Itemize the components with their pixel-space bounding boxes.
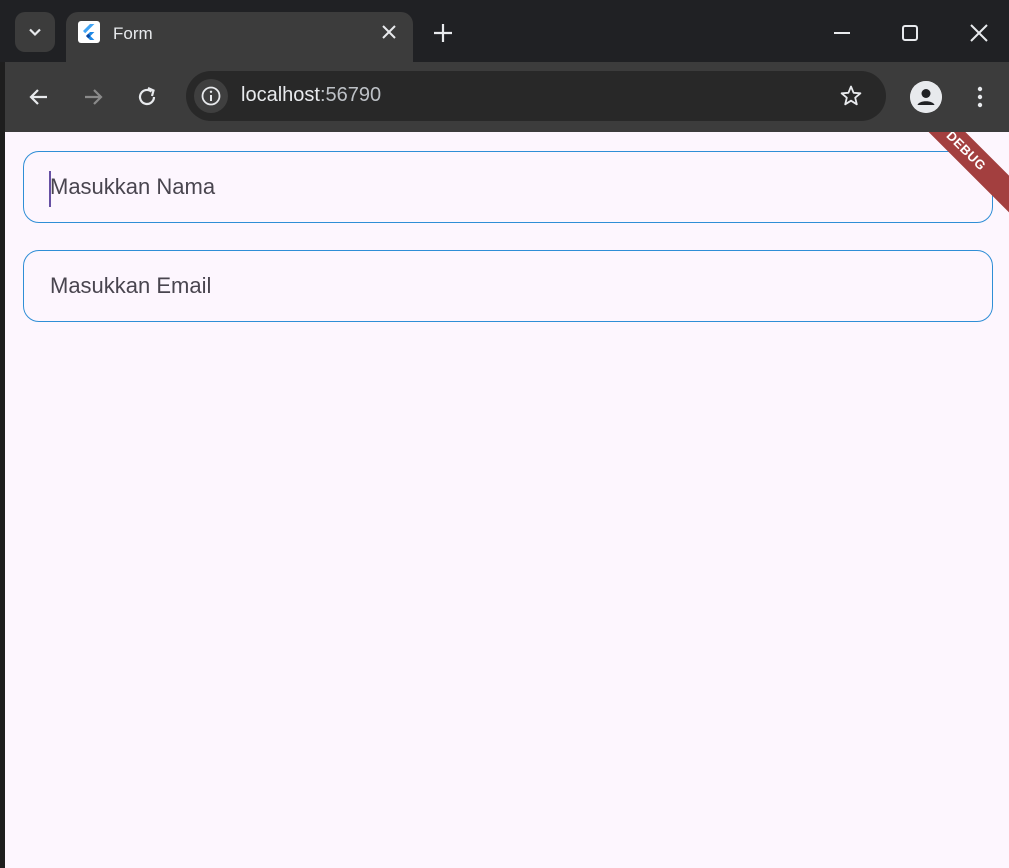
site-info-icon[interactable] [194,79,228,113]
address-bar[interactable]: localhost:56790 [186,71,886,121]
close-window-icon[interactable] [966,20,992,46]
tab-title: Form [113,24,153,43]
forward-arrow-icon[interactable] [78,82,108,112]
email-input[interactable]: Masukkan Email [23,250,993,322]
more-menu-icon[interactable] [968,83,992,111]
chevron-down-icon [27,24,43,40]
url-port: :56790 [319,84,382,106]
profile-avatar-icon[interactable] [910,81,942,113]
browser-toolbar: localhost:56790 [0,62,1009,132]
close-tab-icon[interactable] [379,22,399,42]
tab-form[interactable]: Form [66,12,413,62]
url-host: localhost [241,84,320,106]
reload-icon[interactable] [132,82,162,112]
name-input-placeholder: Masukkan Nama [50,174,216,199]
back-arrow-icon[interactable] [24,82,54,112]
url-text[interactable]: localhost:56790 [241,84,381,107]
tab-strip: Form [0,0,1009,62]
bookmark-star-icon[interactable] [838,83,864,109]
name-input[interactable]: Masukkan Nama [23,151,993,223]
new-tab-icon[interactable] [430,20,456,46]
flutter-icon [78,21,100,43]
minimize-icon[interactable] [829,20,855,46]
tab-search-button[interactable] [15,12,55,52]
page-viewport: Masukkan Nama Masukkan Email DEBUG [5,132,1009,868]
maximize-icon[interactable] [897,20,923,46]
email-input-placeholder: Masukkan Email [50,273,212,298]
